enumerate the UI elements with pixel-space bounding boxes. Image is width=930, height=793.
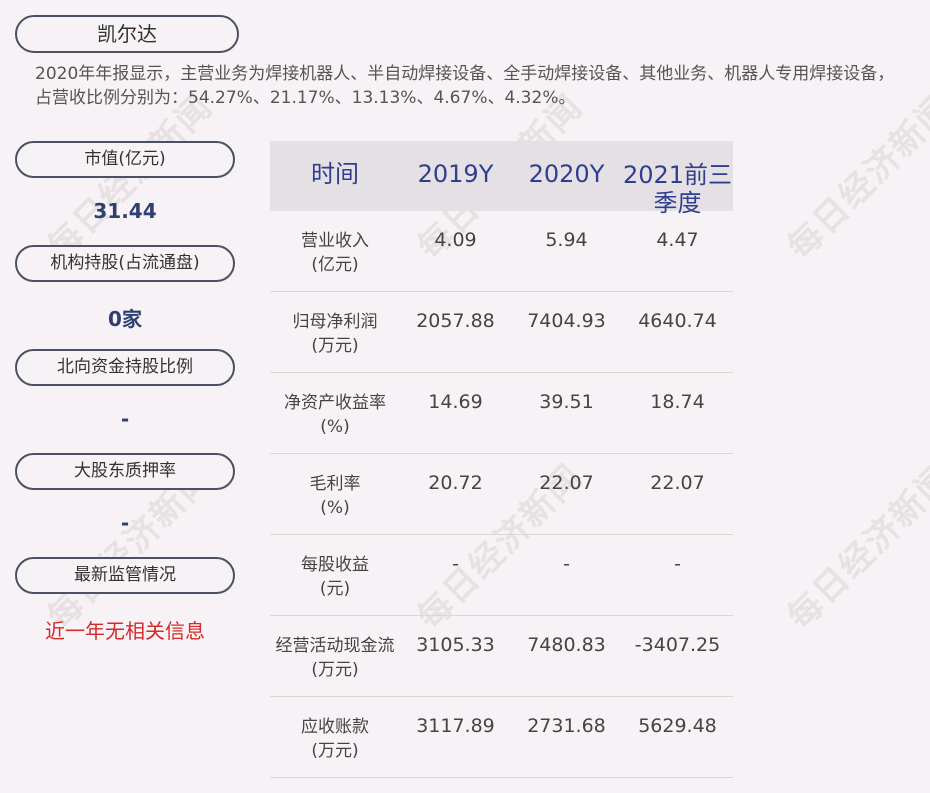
- table-row: 归母净利润 (万元) 2057.88 7404.93 4640.74: [270, 292, 733, 373]
- table-row: 营业收入 (亿元) 4.09 5.94 4.47: [270, 211, 733, 292]
- table-cell: 18.74: [650, 391, 705, 413]
- table-row: 毛利率 (%) 20.72 22.07 22.07: [270, 454, 733, 535]
- row-label: 每股收益 (元): [270, 553, 400, 601]
- institution-holding-label: 机构持股(占流通盘): [15, 245, 235, 282]
- table-cell: -: [452, 553, 459, 575]
- table-row: 应收账款 (万元) 3117.89 2731.68 5629.48: [270, 697, 733, 778]
- row-label-unit: (%): [320, 417, 350, 437]
- regulation-label: 最新监管情况: [15, 557, 235, 594]
- table-cell: 3117.89: [416, 715, 495, 737]
- table-row: 每股收益 (元) - - -: [270, 535, 733, 616]
- row-label-name: 经营活动现金流: [275, 636, 395, 656]
- row-label-unit: (万元): [311, 660, 359, 680]
- row-label-name: 营业收入: [301, 231, 369, 251]
- pledge-ratio-label: 大股东质押率: [15, 453, 235, 490]
- table-cell: 5.94: [545, 229, 588, 251]
- table-cell: 22.07: [539, 472, 594, 494]
- table-cell: 4.47: [656, 229, 699, 251]
- table-cell: 4640.74: [638, 310, 717, 332]
- table-cell: 7480.83: [527, 634, 606, 656]
- header-time: 时间: [311, 160, 359, 188]
- row-label-unit: (元): [319, 579, 351, 599]
- table-row: 经营活动现金流 (万元) 3105.33 7480.83 -3407.25: [270, 616, 733, 697]
- northbound-holding-label: 北向资金持股比例: [15, 349, 235, 386]
- market-cap-value: 31.44: [93, 199, 157, 223]
- row-label-name: 毛利率: [309, 474, 361, 494]
- northbound-holding-value: -: [120, 407, 130, 431]
- row-label-name: 应收账款: [301, 717, 369, 737]
- table-cell: -: [674, 553, 681, 575]
- table-cell: 7404.93: [527, 310, 606, 332]
- header-2021q3: 2021前三季度: [622, 161, 733, 217]
- header-2019: 2019Y: [417, 160, 494, 188]
- row-label: 净资产收益率 (%): [270, 391, 400, 439]
- table-cell: -3407.25: [634, 634, 721, 656]
- table-row: 净资产收益率 (%) 14.69 39.51 18.74: [270, 373, 733, 454]
- business-summary: 2020年年报显示，主营业务为焊接机器人、半自动焊接设备、全手动焊接设备、其他业…: [35, 64, 895, 108]
- row-label: 经营活动现金流 (万元): [270, 634, 400, 682]
- row-label: 营业收入 (亿元): [270, 229, 400, 277]
- table-cell: 22.07: [650, 472, 705, 494]
- company-name-pill: 凯尔达: [15, 15, 239, 53]
- row-label: 毛利率 (%): [270, 472, 400, 520]
- row-label-unit: (万元): [311, 336, 359, 356]
- table-cell: 2731.68: [527, 715, 606, 737]
- row-label-name: 归母净利润: [292, 312, 378, 332]
- regulation-value: 近一年无相关信息: [45, 619, 205, 643]
- table-cell: 5629.48: [638, 715, 717, 737]
- table-cell: 14.69: [428, 391, 483, 413]
- table-cell: 39.51: [539, 391, 594, 413]
- table-cell: 4.09: [434, 229, 477, 251]
- row-label-unit: (万元): [311, 741, 359, 761]
- financial-table: 时间 2019Y 2020Y 2021前三季度 营业收入 (亿元) 4.09 5.94…: [270, 141, 733, 778]
- watermark: 每日经济新闻: [779, 456, 930, 638]
- row-label-unit: (亿元): [311, 255, 359, 275]
- row-label: 应收账款 (万元): [270, 715, 400, 763]
- table-cell: 3105.33: [416, 634, 495, 656]
- row-label: 归母净利润 (万元): [270, 310, 400, 358]
- row-label-name: 每股收益: [301, 555, 369, 575]
- market-cap-label: 市值(亿元): [15, 141, 235, 178]
- table-header: 时间 2019Y 2020Y 2021前三季度: [270, 141, 733, 217]
- table-cell: 2057.88: [416, 310, 495, 332]
- header-2020: 2020Y: [528, 160, 605, 188]
- institution-holding-value: 0家: [108, 307, 142, 331]
- row-label-name: 净资产收益率: [284, 393, 386, 413]
- pledge-ratio-value: -: [120, 511, 130, 535]
- table-cell: 20.72: [428, 472, 483, 494]
- row-label-unit: (%): [320, 498, 350, 518]
- table-cell: -: [563, 553, 570, 575]
